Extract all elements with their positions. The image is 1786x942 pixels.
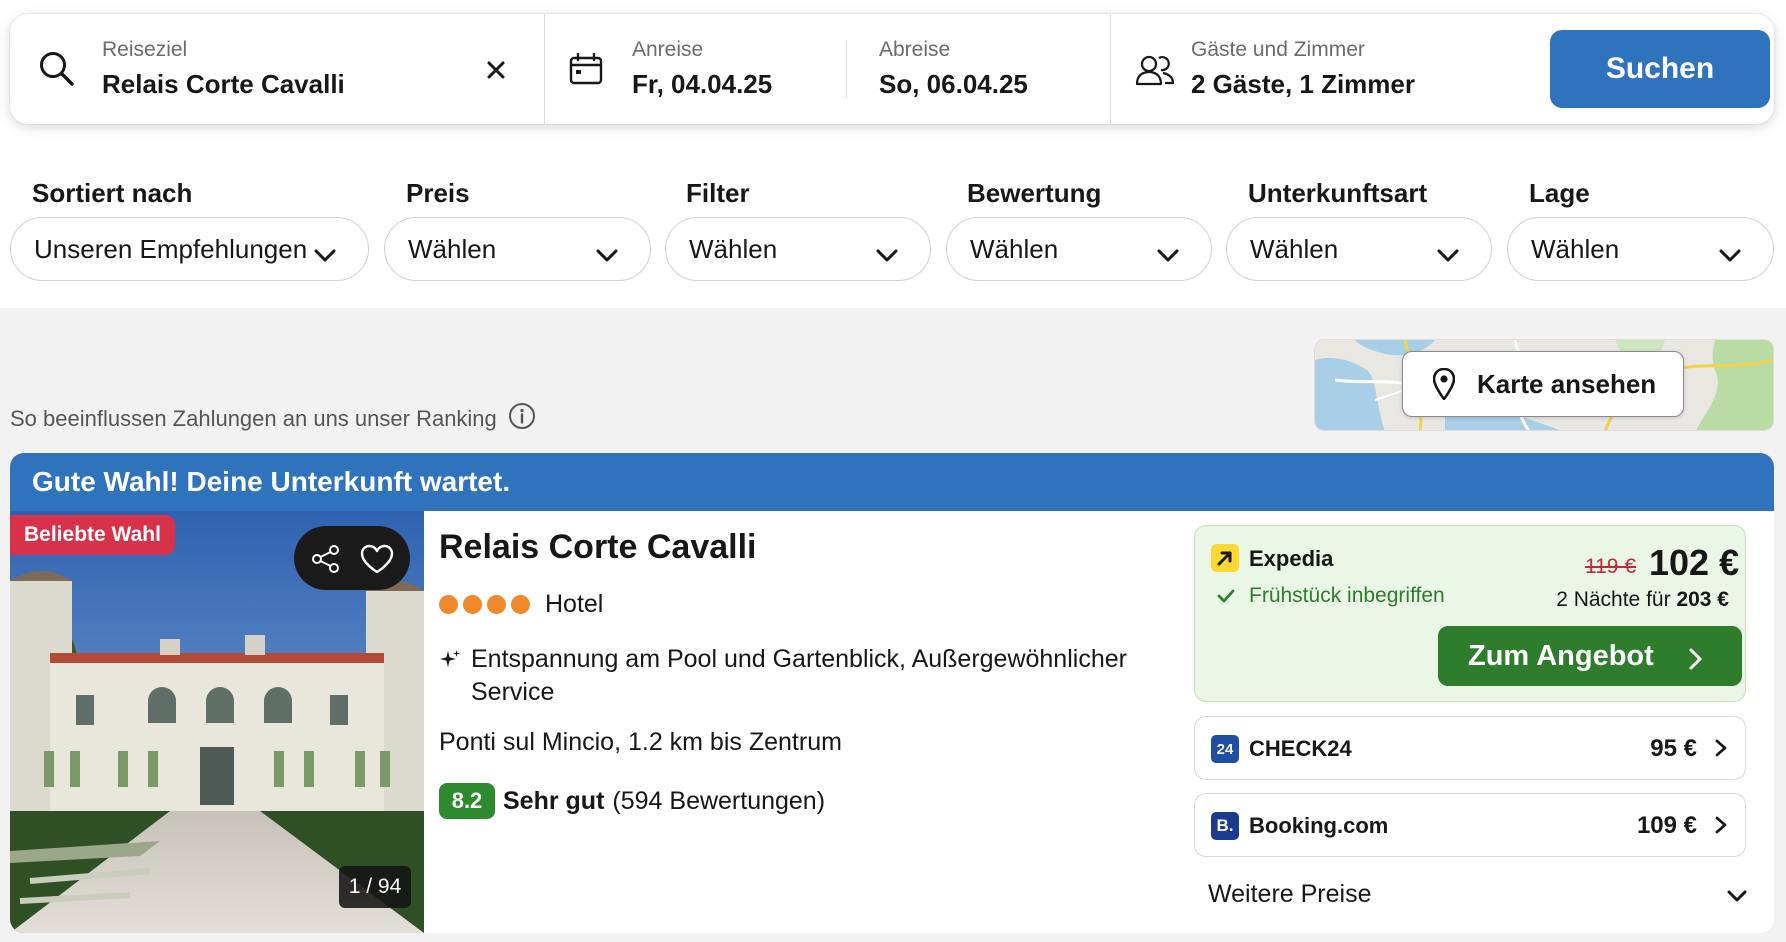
booking-logo-icon: B. (1211, 812, 1239, 840)
featured-price: 102 € (1649, 542, 1740, 583)
total-amount: 203 € (1676, 588, 1729, 611)
checkin-field[interactable]: Anreise Fr, 04.04.25 (545, 14, 856, 124)
share-icon[interactable] (311, 544, 341, 579)
guests-label: Gäste und Zimmer (1191, 38, 1365, 61)
view-offer-button[interactable]: Zum Angebot (1438, 626, 1742, 686)
location-filter-value: Wählen (1531, 233, 1620, 264)
price-dropdown[interactable]: Wählen (384, 217, 651, 281)
total-price: 2 Nächte für 203 € (1556, 588, 1729, 612)
more-prices-label: Weitere Preise (1208, 880, 1372, 908)
popular-badge: Beliebte Wahl (10, 515, 175, 555)
hotel-location: Ponti sul Mincio, 1.2 km bis Zentrum (439, 728, 842, 756)
chevron-down-icon (876, 239, 898, 270)
hotel-photo[interactable]: Beliebte Wahl 1 / 94 (10, 511, 424, 933)
chevron-right-icon (1715, 816, 1727, 839)
star-dot (511, 595, 530, 614)
chevron-down-icon (596, 239, 618, 270)
sort-label: Sortiert nach (32, 178, 193, 208)
guests-icon (1135, 54, 1175, 91)
highlights-text: Entspannung am Pool und Gartenblick, Auß… (471, 645, 1127, 706)
accommodation-type-value: Wählen (1250, 233, 1339, 264)
chevron-down-icon (1437, 239, 1459, 270)
star-dot (487, 595, 506, 614)
filter-dropdown[interactable]: Wählen (665, 217, 931, 281)
destination-label: Reiseziel (102, 38, 188, 61)
date-divider (846, 40, 847, 98)
deal-provider: Booking.com (1249, 813, 1389, 838)
destination-value: Relais Corte Cavalli (102, 69, 345, 99)
photo-counter: 1 / 94 (339, 866, 411, 908)
deal-row-booking[interactable]: B. Booking.com 109 € (1194, 793, 1746, 857)
map-pin-icon (1433, 368, 1455, 400)
checkout-label: Abreise (879, 38, 951, 61)
deal-price: 109 € (1636, 812, 1697, 839)
sort-value: Unseren Empfehlungen (34, 233, 308, 264)
filter-label: Filter (686, 178, 750, 208)
clear-icon[interactable] (486, 60, 506, 85)
rating-score: 8.2 (439, 783, 495, 819)
hotel-highlights: Entspannung am Pool und Gartenblick, Auß… (439, 643, 1159, 709)
search-button[interactable]: Suchen (1550, 30, 1770, 108)
checkin-value: Fr, 04.04.25 (632, 69, 773, 99)
heart-icon[interactable] (360, 544, 394, 579)
accommodation-type-dropdown[interactable]: Wählen (1226, 217, 1492, 281)
show-map-label: Karte ansehen (1477, 368, 1657, 399)
perk-text: Frühstück inbegriffen (1249, 584, 1445, 607)
chevron-right-icon (1715, 739, 1727, 762)
star-dot (463, 595, 482, 614)
rating-filter-label: Bewertung (967, 178, 1102, 208)
old-price: 119 € (1585, 555, 1636, 578)
price-filter-value: Wählen (408, 233, 497, 264)
ranking-note-text: So beeinflussen Zahlungen an uns unser R… (10, 406, 497, 431)
destination-field[interactable]: Reiseziel Relais Corte Cavalli (10, 14, 544, 124)
chevron-down-icon (1157, 239, 1179, 270)
featured-provider: Expedia (1249, 546, 1334, 571)
location-dropdown[interactable]: Wählen (1507, 217, 1774, 281)
chevron-down-icon[interactable] (1727, 890, 1747, 908)
hotel-name[interactable]: Relais Corte Cavalli (439, 528, 756, 567)
check24-logo-icon: 24 (1211, 735, 1239, 763)
deal-provider: CHECK24 (1249, 736, 1352, 761)
photo-actions (294, 526, 410, 590)
total-prefix: 2 Nächte für (1556, 588, 1671, 611)
show-map-button[interactable]: Karte ansehen (1402, 351, 1684, 417)
chevron-right-icon (1688, 645, 1702, 678)
view-offer-label: Zum Angebot (1468, 639, 1654, 672)
calendar-icon (569, 52, 603, 90)
hotel-class: Hotel (439, 590, 603, 619)
location-filter-label: Lage (1529, 178, 1590, 208)
sparkle-icon (439, 643, 471, 709)
sort-dropdown[interactable]: Unseren Empfehlungen (10, 217, 369, 281)
more-prices-toggle[interactable]: Weitere Preise (1208, 880, 1372, 909)
ranking-note: So beeinflussen Zahlungen an uns unser R… (10, 402, 536, 436)
expedia-logo-icon (1211, 544, 1239, 572)
rating-text: Sehr gut (503, 786, 605, 815)
hotel-type: Hotel (545, 590, 604, 618)
accommodation-type-label: Unterkunftsart (1248, 178, 1428, 208)
check-icon (1217, 589, 1235, 608)
checkin-label: Anreise (632, 38, 704, 61)
guests-value: 2 Gäste, 1 Zimmer (1191, 69, 1415, 99)
rating-filter-value: Wählen (970, 233, 1059, 264)
filter-value: Wählen (689, 233, 778, 264)
chevron-down-icon (314, 239, 336, 270)
info-icon[interactable] (508, 402, 536, 436)
hotel-rating[interactable]: 8.2 Sehr gut (594 Bewertungen) (439, 783, 825, 819)
rating-dropdown[interactable]: Wählen (946, 217, 1212, 281)
search-bar: Reiseziel Relais Corte Cavalli Anreise F… (10, 14, 1774, 124)
guests-field[interactable]: Gäste und Zimmer 2 Gäste, 1 Zimmer (1111, 14, 1536, 124)
chevron-down-icon (1719, 239, 1741, 270)
checkout-field[interactable]: Abreise So, 06.04.25 (856, 14, 1110, 124)
deal-price: 95 € (1650, 735, 1697, 762)
search-icon (38, 50, 76, 93)
deal-row-check24[interactable]: 24 CHECK24 95 € (1194, 716, 1746, 780)
rating-count: (594 Bewertungen) (612, 786, 826, 815)
price-filter-label: Preis (406, 178, 470, 208)
star-dot (439, 595, 458, 614)
checkout-value: So, 06.04.25 (879, 69, 1028, 99)
card-banner: Gute Wahl! Deine Unterkunft wartet. (10, 453, 1774, 511)
